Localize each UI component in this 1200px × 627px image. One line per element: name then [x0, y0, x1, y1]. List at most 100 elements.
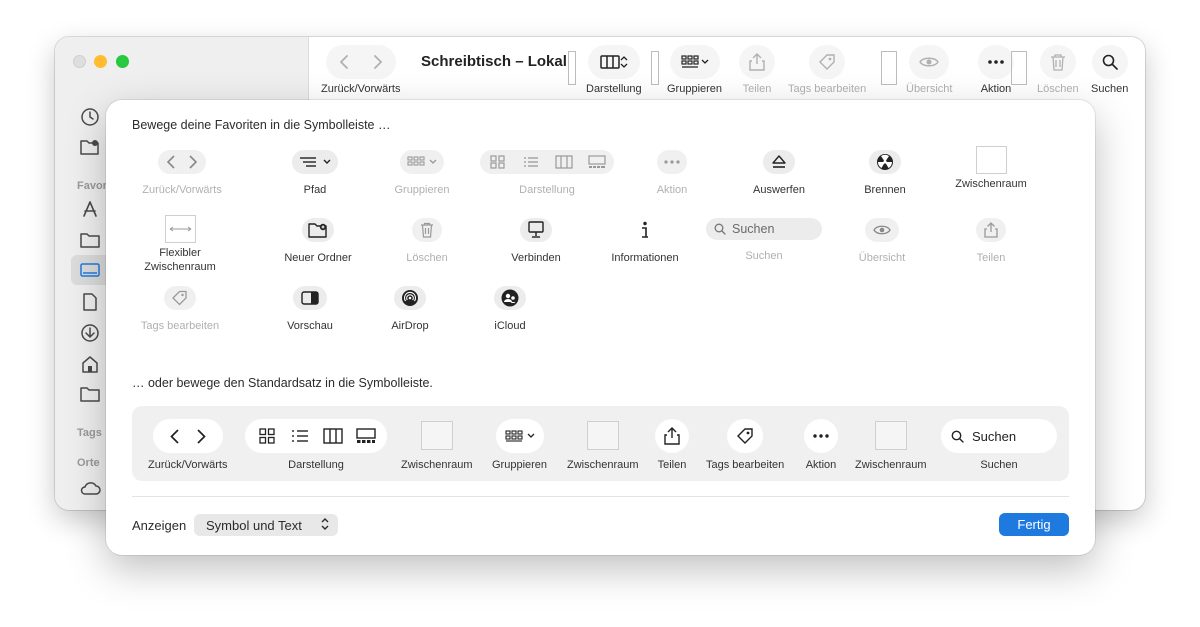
airdrop-icon — [401, 289, 419, 307]
palette-space[interactable]: Zwischenraum — [916, 146, 1066, 191]
default-toolbar-set[interactable]: Zurück/Vorwärts Darstellung Zwischenraum… — [132, 406, 1069, 481]
share-control[interactable]: Teilen — [739, 45, 775, 95]
group-grid-icon — [504, 430, 523, 442]
search-label: Suchen — [1091, 83, 1129, 95]
palette-label: Löschen — [406, 252, 448, 264]
default-item-label: Aktion — [805, 459, 837, 471]
gallery-view-icon — [349, 424, 382, 448]
palette-label: Darstellung — [519, 184, 575, 196]
finder-toolbar: Zurück/Vorwärts Schreibtisch – Lokal Dar… — [309, 37, 1145, 103]
palette-label: Informationen — [611, 252, 679, 264]
folder-icon[interactable] — [79, 383, 101, 405]
default-search-text: Suchen — [972, 428, 1017, 444]
folder-icon[interactable] — [79, 229, 101, 251]
updown-chevron-icon — [620, 56, 628, 68]
palette-label: Übersicht — [858, 252, 906, 264]
space-placeholder — [975, 146, 1007, 174]
palette-label: AirDrop — [391, 320, 429, 332]
chevron-right-icon[interactable] — [361, 54, 395, 70]
icloud-icon[interactable] — [79, 477, 101, 499]
palette-label: Tags bearbeiten — [140, 320, 220, 332]
preview-pane-icon — [301, 291, 319, 305]
flexible-space-placeholder — [164, 215, 196, 243]
eye-icon — [873, 224, 891, 236]
share-label: Teilen — [742, 83, 772, 95]
palette-label: Auswerfen — [753, 184, 805, 196]
delete-label: Löschen — [1037, 83, 1079, 95]
default-item-label: Zurück/Vorwärts — [148, 459, 228, 471]
group-control[interactable]: Gruppieren — [667, 45, 722, 95]
close-window-button[interactable] — [73, 55, 86, 68]
palette-back-forward[interactable]: Zurück/Vorwärts — [107, 150, 257, 197]
tag-icon — [736, 427, 754, 445]
palette-search-placeholder: Suchen — [732, 222, 775, 236]
shared-folder-icon[interactable] — [79, 136, 101, 158]
chevron-right-icon — [197, 428, 206, 444]
downloads-icon[interactable] — [79, 322, 101, 344]
share-icon — [984, 222, 998, 238]
default-space: Zwischenraum — [855, 419, 927, 471]
document-icon[interactable] — [79, 291, 101, 313]
default-item-label: Darstellung — [288, 459, 344, 471]
applications-icon[interactable] — [79, 198, 101, 220]
chevron-left-icon — [167, 155, 175, 169]
view-label: Darstellung — [586, 83, 642, 95]
toolbar-flexible-space-marker — [1011, 51, 1027, 85]
maximize-window-button[interactable] — [116, 55, 129, 68]
default-space: Zwischenraum — [567, 419, 639, 471]
tag-icon — [172, 290, 188, 306]
icon-view-icon — [250, 424, 283, 448]
default-group: Gruppieren — [492, 419, 547, 471]
palette-flexible-space[interactable]: Flexibler Zwischenraum — [135, 215, 225, 275]
chevron-left-icon — [170, 428, 179, 444]
trash-icon — [1050, 53, 1066, 71]
search-icon — [951, 430, 964, 443]
back-forward-control[interactable]: Zurück/Vorwärts — [321, 45, 400, 95]
chevron-down-icon — [323, 159, 331, 165]
trash-icon — [420, 222, 434, 238]
palette-label: Teilen — [976, 252, 1006, 264]
default-item-label: Zwischenraum — [855, 459, 927, 471]
palette-label: Flexibler Zwischenraum — [144, 247, 216, 274]
sheet-divider — [132, 496, 1069, 497]
palette-icloud[interactable]: iCloud — [435, 286, 585, 333]
default-view: Darstellung — [245, 419, 387, 471]
chevron-left-icon[interactable] — [327, 54, 361, 70]
default-item-label: Gruppieren — [492, 459, 548, 471]
palette-share[interactable]: Teilen — [916, 218, 1066, 265]
delete-control[interactable]: Löschen — [1037, 45, 1079, 95]
minimize-window-button[interactable] — [94, 55, 107, 68]
palette-label: Neuer Ordner — [284, 252, 352, 264]
more-dots-icon — [987, 60, 1005, 64]
info-icon — [640, 221, 650, 239]
eject-icon — [771, 155, 787, 169]
search-control[interactable]: Suchen — [1091, 45, 1128, 95]
recents-clock-icon[interactable] — [79, 106, 101, 128]
columns-view-icon — [600, 54, 620, 70]
action-label: Aktion — [980, 83, 1012, 95]
home-icon[interactable] — [79, 353, 101, 375]
palette-search-field: Suchen — [706, 218, 822, 240]
default-item-label: Suchen — [980, 459, 1018, 471]
new-folder-icon — [308, 222, 328, 238]
quicklook-control[interactable]: Übersicht — [906, 45, 952, 95]
sidebar-favorites-label: Favor — [77, 180, 107, 192]
palette-label: Pfad — [303, 184, 327, 196]
done-button[interactable]: Fertig — [999, 513, 1069, 536]
edit-tags-label: Tags bearbeiten — [788, 83, 867, 95]
palette-label: Aktion — [656, 184, 688, 196]
palette-edit-tags[interactable]: Tags bearbeiten — [135, 286, 225, 333]
palette-label: Vorschau — [287, 320, 333, 332]
show-mode-select[interactable]: Symbol und Text — [194, 514, 338, 536]
share-icon — [664, 427, 680, 445]
palette-label: Zwischenraum — [955, 178, 1027, 190]
share-icon — [749, 53, 765, 71]
edit-tags-control[interactable]: Tags bearbeiten — [788, 45, 866, 95]
action-control[interactable]: Aktion — [978, 45, 1014, 95]
palette-label: Zurück/Vorwärts — [142, 184, 222, 196]
show-mode-value: Symbol und Text — [206, 517, 302, 533]
back-forward-label: Zurück/Vorwärts — [321, 83, 401, 95]
desktop-icon[interactable] — [79, 259, 101, 281]
default-search-field: Suchen — [941, 419, 1057, 453]
view-control[interactable]: Darstellung — [586, 45, 642, 95]
